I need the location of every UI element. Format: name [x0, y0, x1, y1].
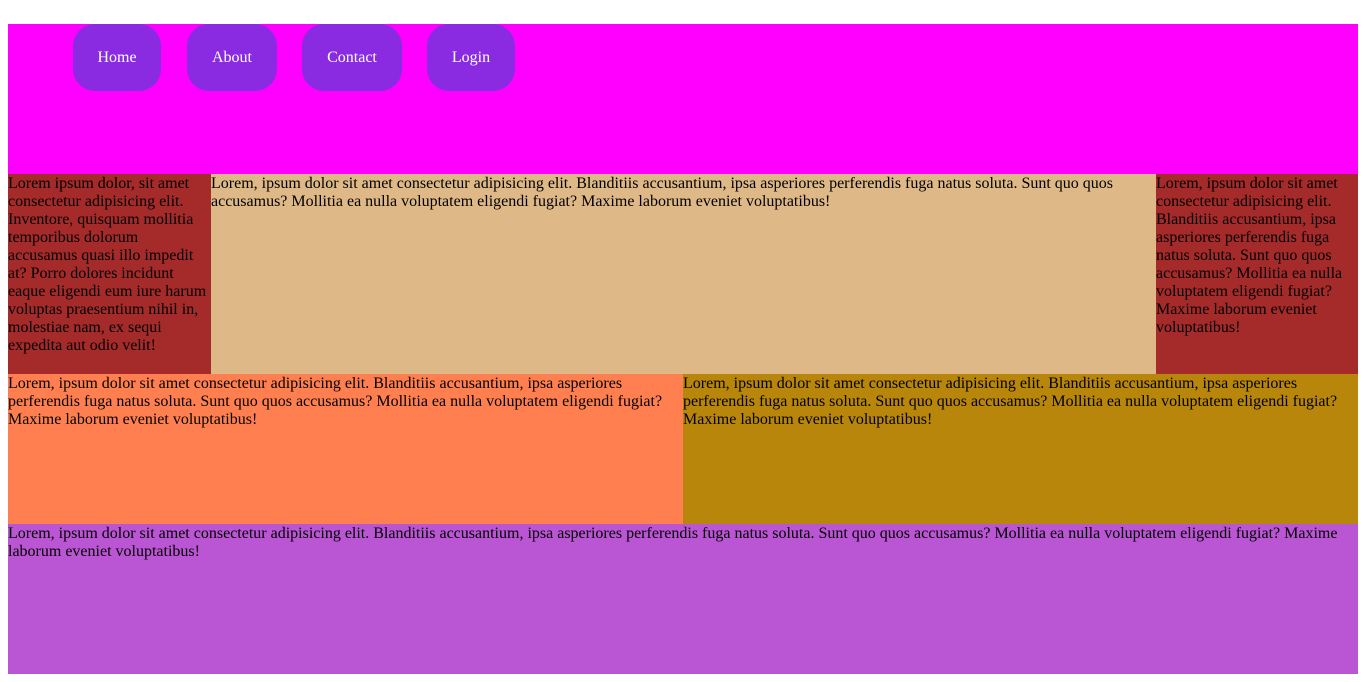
content-right-section: Lorem, ipsum dolor sit amet consectetur … [683, 374, 1358, 524]
nav-contact-button[interactable]: Contact [302, 24, 402, 91]
nav-home-button[interactable]: Home [73, 24, 161, 91]
main-content: Lorem, ipsum dolor sit amet consectetur … [211, 174, 1156, 374]
header: Home About Contact Login [8, 24, 1358, 174]
nav-login-button[interactable]: Login [427, 24, 515, 91]
right-sidebar: Lorem, ipsum dolor sit amet consectetur … [1156, 174, 1358, 374]
content-left-section: Lorem, ipsum dolor sit amet consectetur … [8, 374, 683, 524]
footer: Lorem, ipsum dolor sit amet consectetur … [8, 524, 1358, 674]
left-sidebar: Lorem ipsum dolor, sit amet consectetur … [8, 174, 211, 374]
page-layout: Home About Contact Login Lorem ipsum dol… [8, 24, 1358, 674]
nav-about-button[interactable]: About [187, 24, 277, 91]
